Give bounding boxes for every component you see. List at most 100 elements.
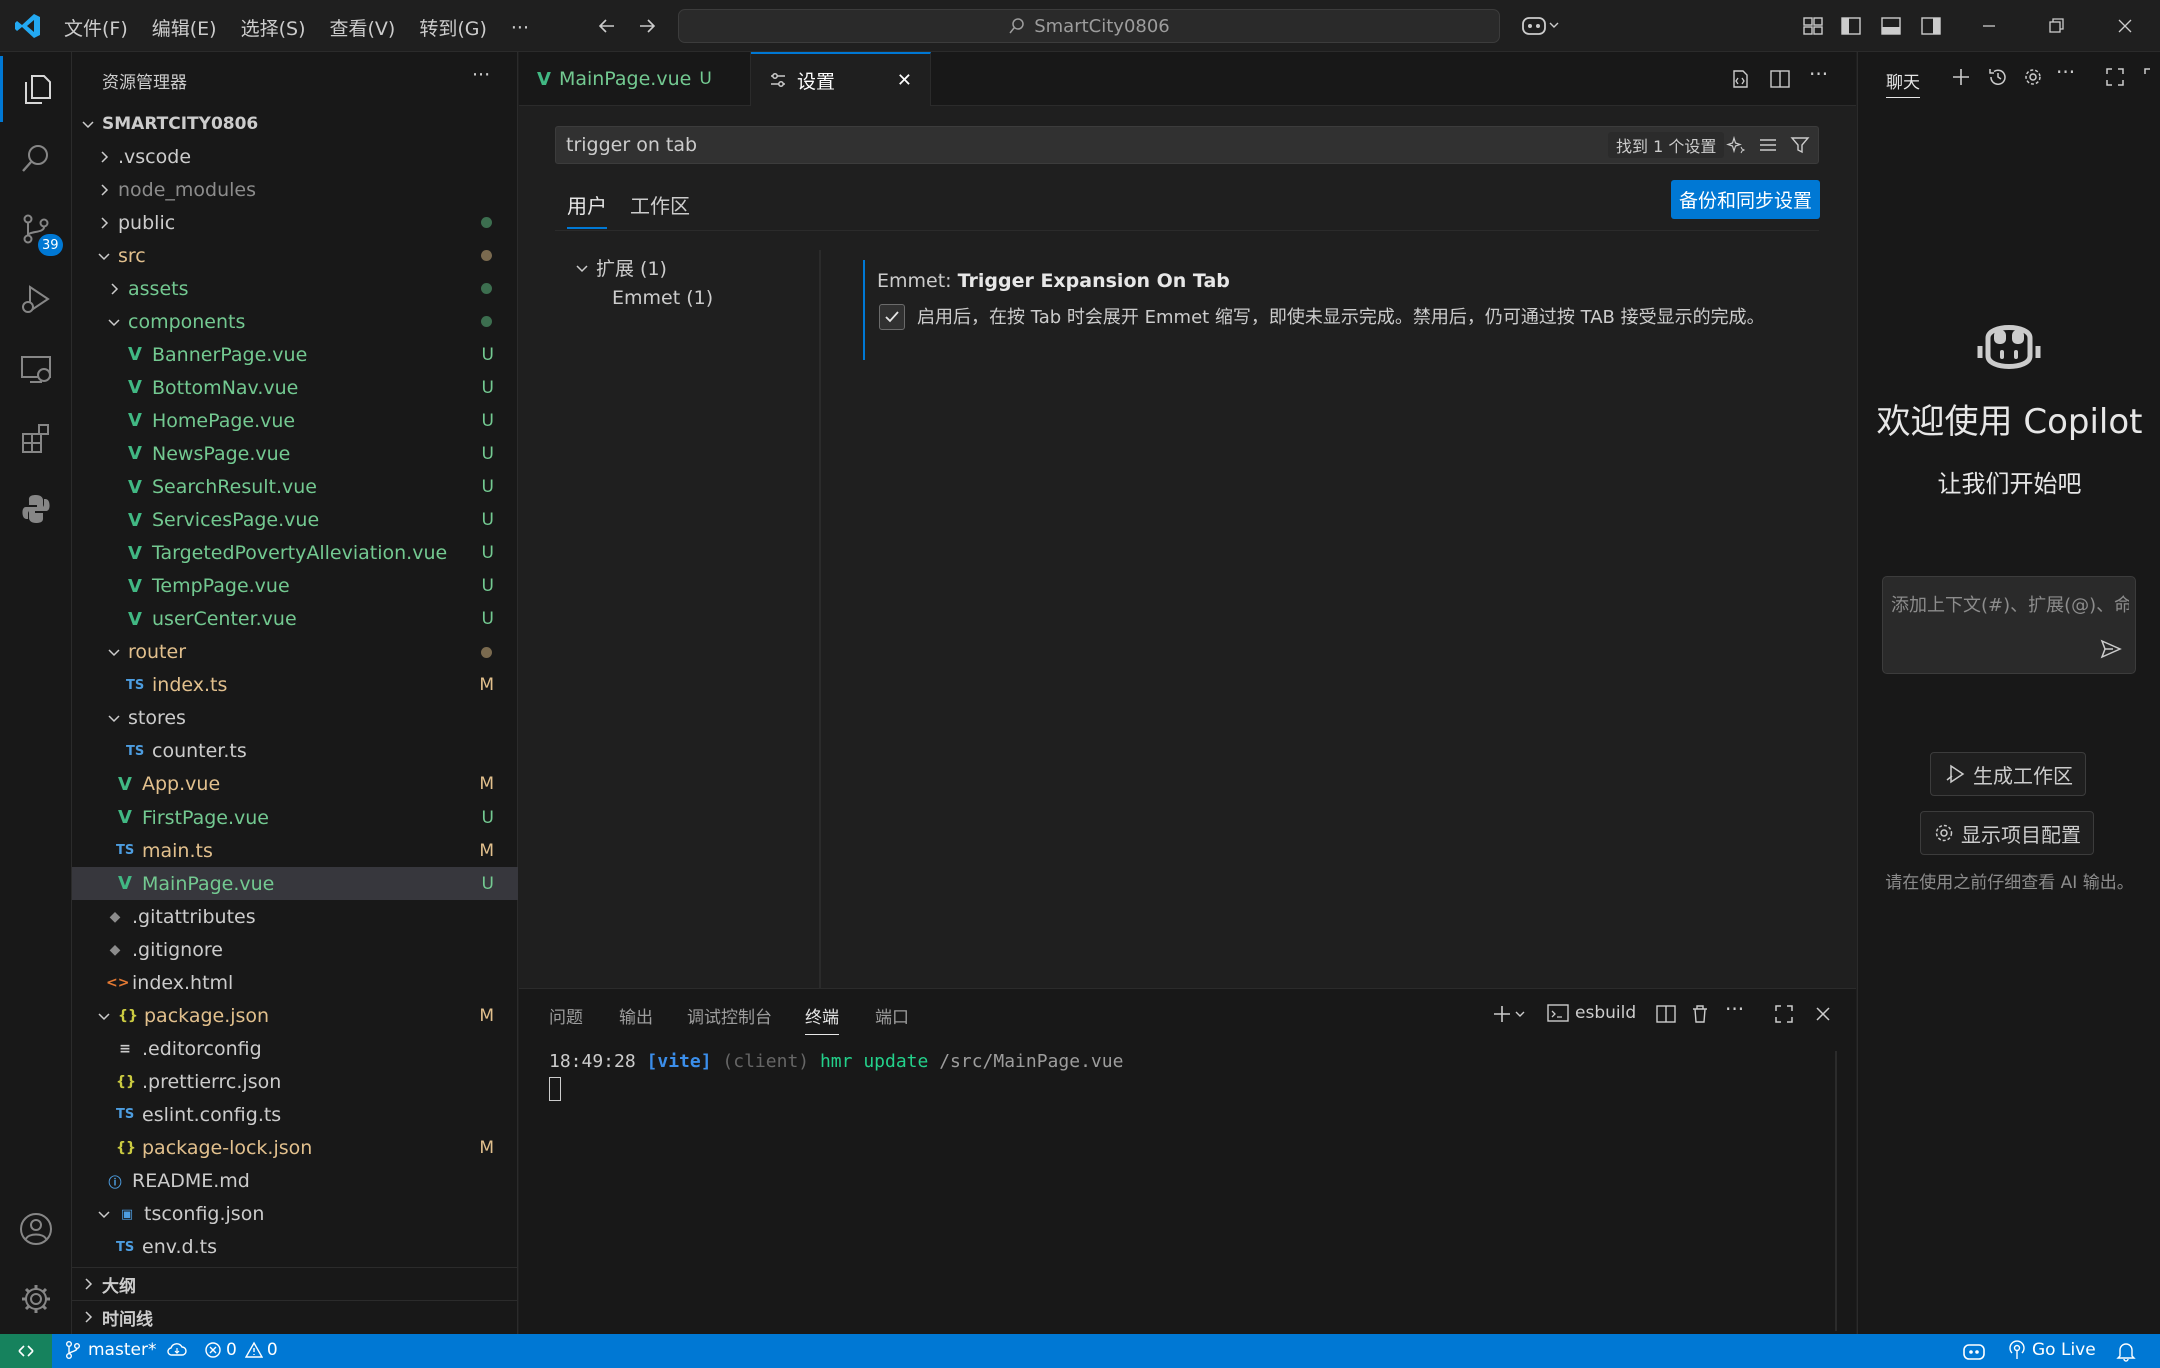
tab-settings[interactable]: 设置 ✕ — [751, 52, 931, 106]
clear-filter-lines-icon[interactable] — [1758, 135, 1778, 155]
chevron-right-icon[interactable] — [106, 281, 122, 297]
terminal-scrollbar[interactable] — [1835, 1051, 1837, 1331]
manage-gear-icon[interactable] — [0, 1266, 72, 1332]
tree-item[interactable]: TS main.ts M — [72, 834, 518, 867]
notifications-bell-icon[interactable] — [2116, 1340, 2136, 1362]
terminal-cursor[interactable] — [549, 1077, 561, 1101]
maximize-panel-icon[interactable] — [1773, 1003, 1795, 1025]
settings-search-input[interactable]: trigger on tab — [566, 134, 697, 156]
tree-item[interactable]: ≡ .editorconfig — [72, 1032, 518, 1065]
tree-item[interactable]: TS env.d.ts — [72, 1231, 518, 1264]
scope-tab-workspace[interactable]: 工作区 — [630, 190, 690, 227]
chevron-right-icon[interactable] — [96, 182, 112, 198]
menu-file[interactable]: 文件(F) — [64, 14, 128, 41]
panel-tab-output[interactable]: 输出 — [619, 1003, 653, 1034]
chat-overflow-icon[interactable] — [2142, 66, 2158, 88]
tree-item[interactable]: TS eslint.config.ts — [72, 1098, 518, 1131]
go-live-button[interactable]: Go Live — [2008, 1340, 2096, 1360]
tree-item[interactable]: node_modules — [72, 173, 518, 206]
chat-more-actions-icon[interactable]: ··· — [2056, 60, 2075, 84]
timeline-section[interactable]: 时间线 — [72, 1300, 518, 1333]
panel-more-actions-icon[interactable]: ··· — [1725, 997, 1744, 1021]
backup-sync-settings-button[interactable]: 备份和同步设置 — [1671, 180, 1821, 219]
menu-view[interactable]: 查看(V) — [330, 14, 396, 41]
minimize-icon[interactable] — [1978, 15, 2000, 37]
close-window-icon[interactable] — [2114, 15, 2136, 37]
tree-item[interactable]: TS counter.ts — [72, 735, 518, 768]
tree-item[interactable]: components — [72, 305, 518, 338]
chevron-right-icon[interactable] — [96, 149, 112, 165]
menu-selection[interactable]: 选择(S) — [241, 14, 306, 41]
tree-item[interactable]: V BottomNav.vue U — [72, 371, 518, 404]
tree-item[interactable]: ⓘ README.md — [72, 1165, 518, 1198]
tree-item[interactable]: V MainPage.vue U — [72, 867, 518, 901]
filter-icon[interactable] — [1790, 135, 1810, 155]
sparkle-filter-icon[interactable] — [1726, 135, 1746, 155]
scope-tab-user[interactable]: 用户 — [567, 190, 607, 229]
tree-item[interactable]: ◆ .gitignore — [72, 933, 518, 966]
tree-item[interactable]: TS index.ts M — [72, 669, 518, 702]
back-arrow-icon[interactable] — [596, 15, 618, 37]
chevron-down-icon[interactable] — [96, 248, 112, 264]
tree-item[interactable]: V ServicesPage.vue U — [72, 504, 518, 537]
remote-indicator[interactable] — [0, 1334, 52, 1368]
panel-tab-ports[interactable]: 端口 — [875, 1003, 909, 1034]
tree-item[interactable]: V SearchResult.vue U — [72, 471, 518, 504]
explorer-icon[interactable] — [0, 56, 72, 122]
tree-item[interactable]: V BannerPage.vue U — [72, 338, 518, 371]
copilot-status-icon[interactable] — [1962, 1340, 1986, 1362]
chevron-right-icon[interactable] — [96, 215, 112, 231]
tree-item[interactable]: V HomePage.vue U — [72, 404, 518, 437]
tree-item[interactable]: V TempPage.vue U — [72, 570, 518, 603]
extensions-icon[interactable] — [0, 406, 72, 472]
source-control-icon[interactable]: 39 — [0, 196, 72, 262]
editor-more-actions-icon[interactable]: ··· — [1809, 62, 1828, 86]
menu-more[interactable]: ··· — [511, 17, 529, 39]
generate-workspace-button[interactable]: 生成工作区 — [1930, 752, 2086, 796]
tree-item[interactable]: {} .prettierrc.json — [72, 1065, 518, 1098]
customize-layout-icon[interactable] — [1802, 15, 1824, 37]
tree-item[interactable]: ◆ .gitattributes — [72, 900, 518, 933]
settings-search-field[interactable]: trigger on tab 找到 1 个设置 — [555, 126, 1819, 164]
show-project-config-button[interactable]: 显示项目配置 — [1920, 811, 2094, 855]
panel-tab-terminal[interactable]: 终端 — [805, 1003, 839, 1035]
chevron-down-icon[interactable] — [96, 1008, 112, 1024]
toc-emmet[interactable]: Emmet (1) — [612, 287, 713, 309]
tree-item[interactable]: <> index.html — [72, 966, 518, 999]
search-view-icon[interactable] — [0, 126, 72, 192]
run-debug-icon[interactable] — [0, 266, 72, 332]
tree-item[interactable]: VuserCenter.vue U — [72, 603, 518, 636]
setting-checkbox[interactable] — [879, 304, 905, 330]
maximize-chat-icon[interactable] — [2104, 66, 2126, 88]
tree-item[interactable]: assets — [72, 272, 518, 305]
kill-terminal-trash-icon[interactable] — [1689, 1003, 1711, 1025]
panel-tab-debug-console[interactable]: 调试控制台 — [687, 1003, 772, 1034]
forward-arrow-icon[interactable] — [636, 15, 658, 37]
chevron-down-icon[interactable] — [106, 314, 122, 330]
split-editor-icon[interactable] — [1769, 68, 1791, 90]
tree-item[interactable]: src — [72, 239, 518, 272]
git-branch-status[interactable]: master* — [64, 1340, 188, 1360]
workspace-root[interactable]: SMARTCITY0806 — [72, 107, 518, 140]
split-terminal-icon[interactable] — [1655, 1003, 1677, 1025]
copilot-menu-icon[interactable] — [1520, 12, 1560, 38]
tab-mainpage-vue[interactable]: V MainPage.vue U — [519, 52, 751, 106]
chat-settings-gear-icon[interactable] — [2022, 66, 2044, 88]
panel-tab-problems[interactable]: 问题 — [549, 1003, 583, 1034]
chat-title-tab[interactable]: 聊天 — [1886, 68, 1920, 98]
tree-item[interactable]: .vscode — [72, 140, 518, 173]
send-icon[interactable] — [2099, 637, 2123, 661]
tree-item[interactable]: public — [72, 206, 518, 239]
toggle-panel-icon[interactable] — [1880, 15, 1902, 37]
chat-input-box[interactable]: 添加上下文(#)、扩展(@)、命令 — [1882, 576, 2136, 674]
toggle-secondary-sidebar-icon[interactable] — [1920, 15, 1942, 37]
tree-item[interactable]: ▣ tsconfig.json — [72, 1198, 518, 1231]
tree-item[interactable]: stores — [72, 702, 518, 735]
tree-item[interactable]: V App.vue M — [72, 768, 518, 801]
chevron-down-icon[interactable] — [96, 1206, 112, 1222]
new-terminal-button[interactable] — [1491, 1003, 1527, 1025]
tab-close-icon[interactable]: ✕ — [897, 70, 912, 91]
tree-item[interactable]: V FirstPage.vue U — [72, 801, 518, 834]
chat-history-icon[interactable] — [1987, 66, 2009, 88]
terminal-selector[interactable]: esbuild — [1547, 1003, 1636, 1023]
